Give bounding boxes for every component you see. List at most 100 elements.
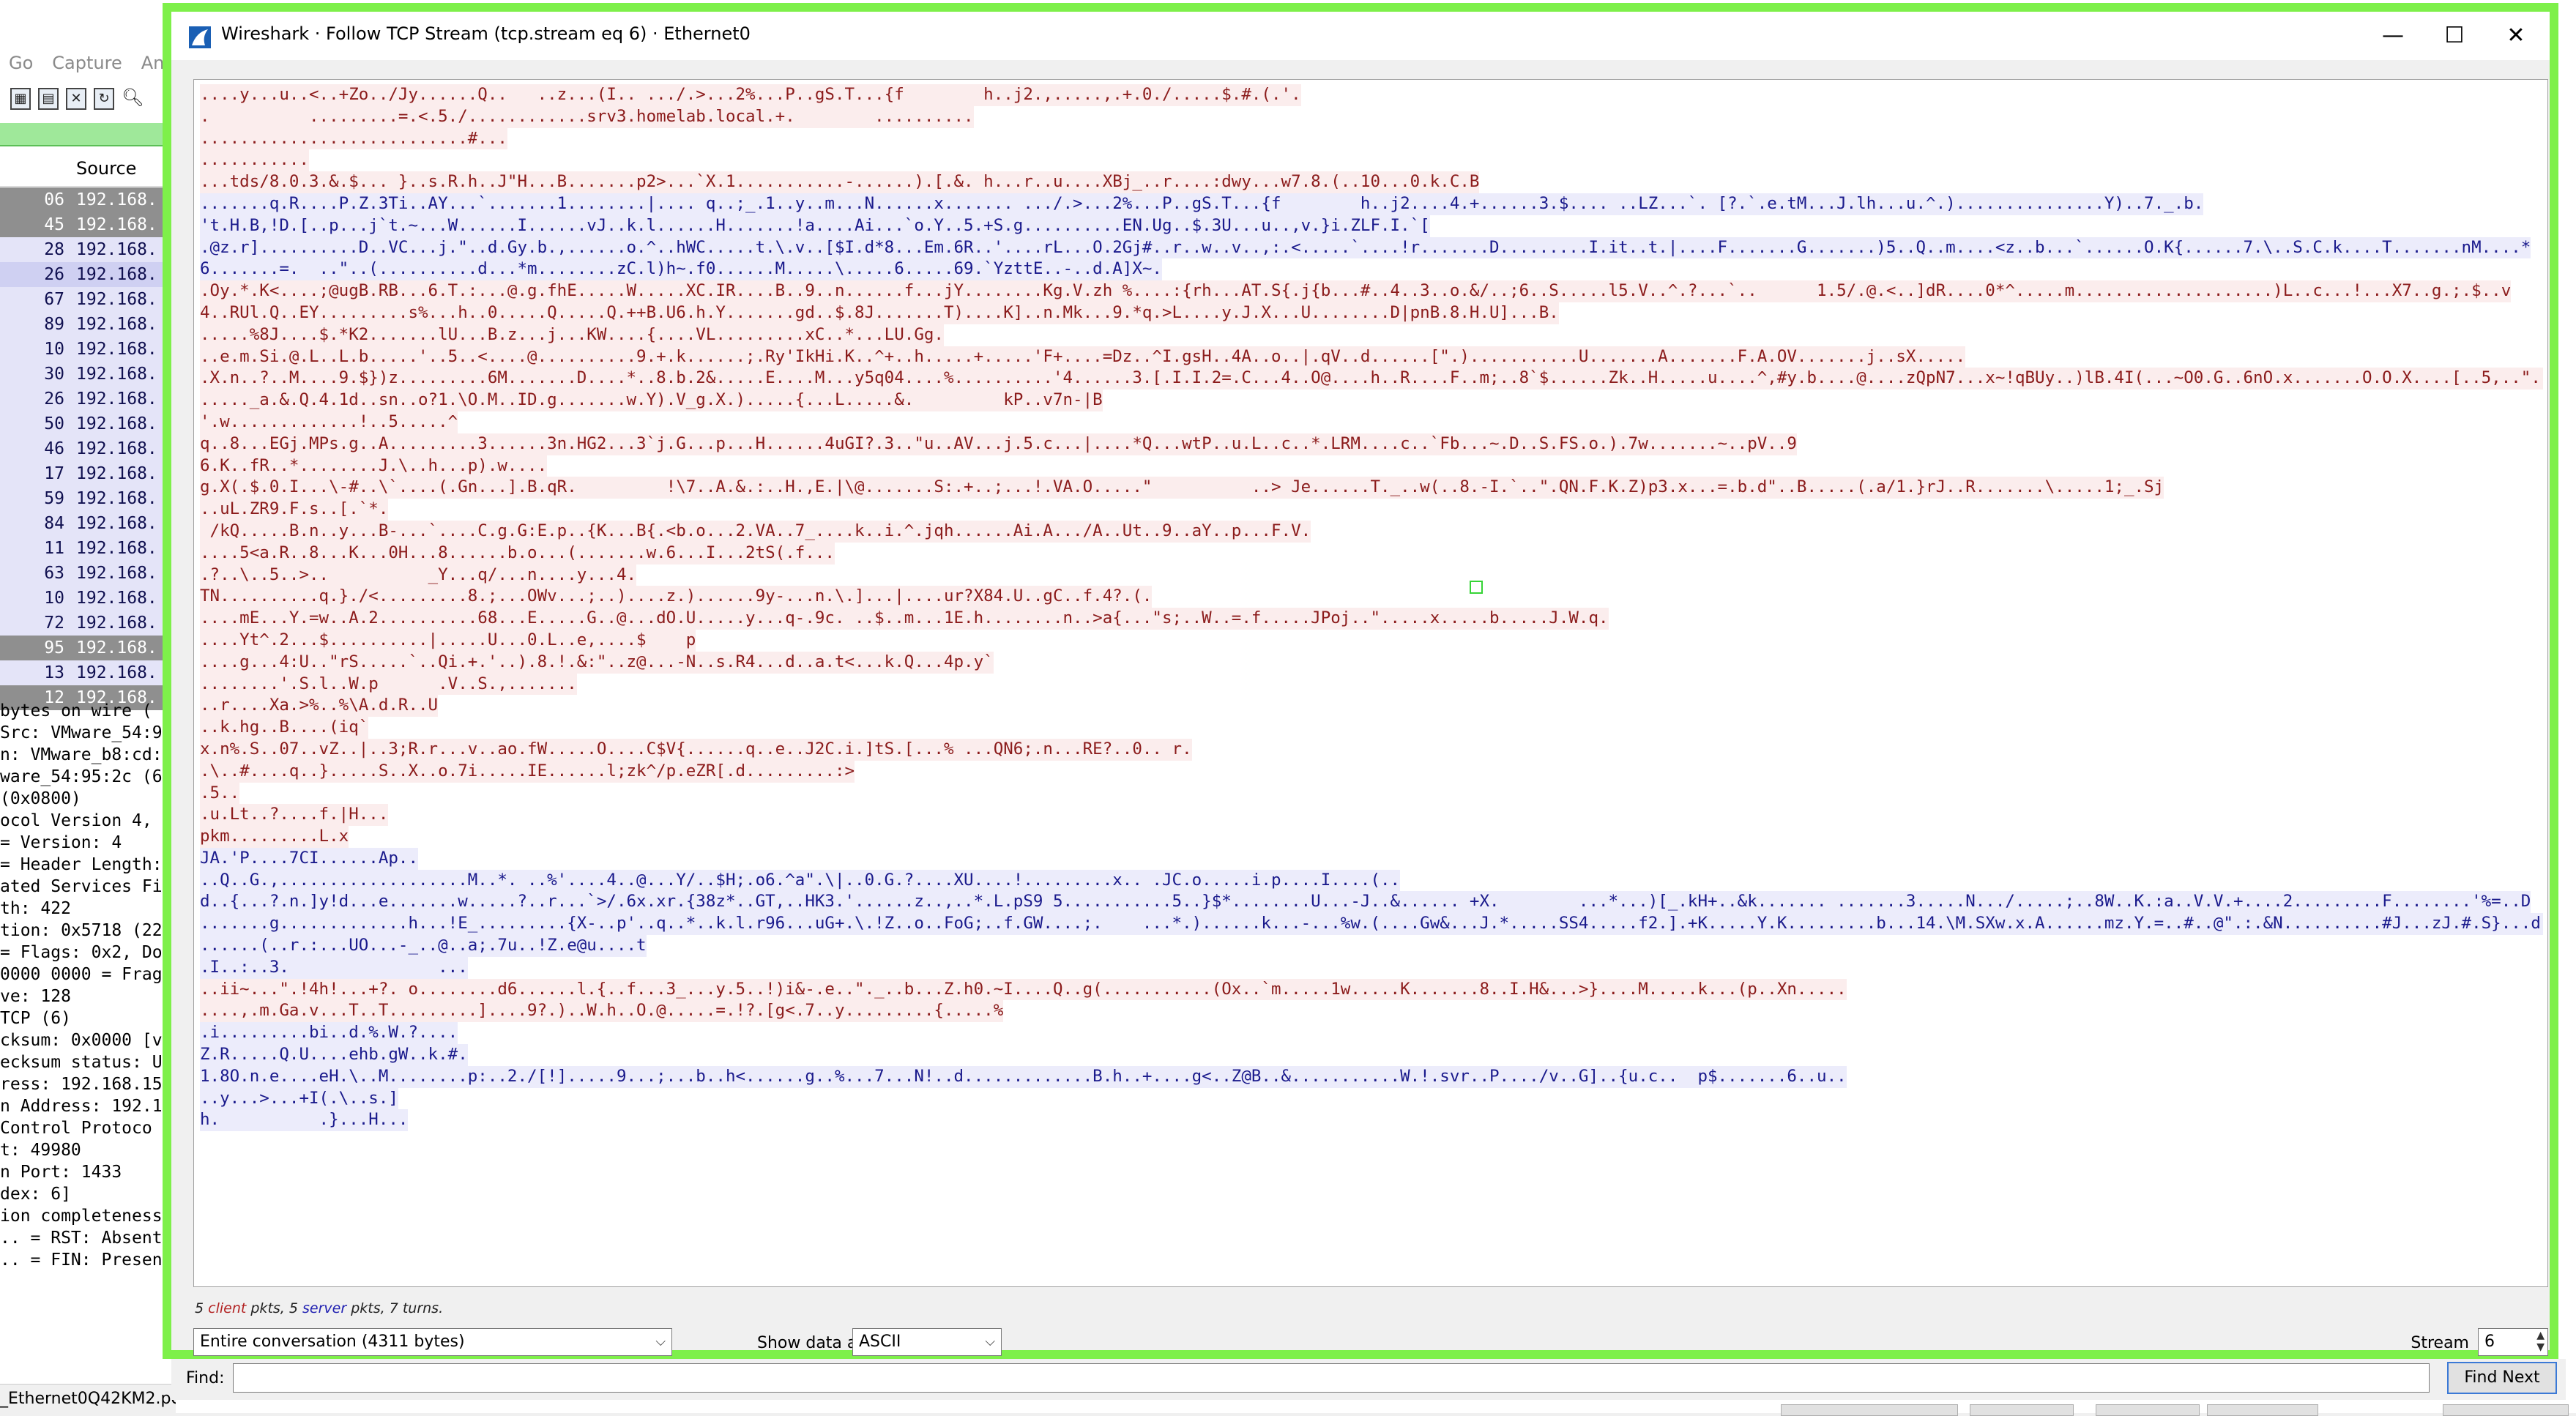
detail-line[interactable]: .. = RST: Absent	[0, 1227, 176, 1249]
dialog-button[interactable]	[2443, 1404, 2569, 1416]
detail-line[interactable]: ve: 128	[0, 985, 176, 1007]
dialog-title: Wireshark · Follow TCP Stream (tcp.strea…	[221, 23, 751, 44]
find-input[interactable]	[233, 1363, 2430, 1393]
detail-line[interactable]: = Version: 4	[0, 832, 176, 854]
detail-line[interactable]: t: 49980	[0, 1139, 176, 1161]
wireshark-fin-icon	[189, 26, 211, 48]
dialog-titlebar[interactable]: Wireshark · Follow TCP Stream (tcp.strea…	[171, 12, 2550, 60]
detail-line[interactable]: .. = FIN: Presen	[0, 1249, 176, 1271]
detail-line[interactable]: Src: VMware_54:9	[0, 722, 176, 744]
menu-item[interactable]: Capture	[52, 53, 122, 73]
dialog-button[interactable]	[1970, 1404, 2074, 1416]
packet-list[interactable]: 06 192.168. 45 192.168. 28 192.168. 26 192.168.…	[0, 187, 176, 710]
server-stream-line: ..Q..G.,...................M..*. ..%'...…	[200, 869, 1401, 892]
detail-line[interactable]: ecksum status: U	[0, 1051, 176, 1073]
packet-row[interactable]: 89 192.168.	[0, 312, 176, 337]
packet-number: 95	[44, 638, 64, 657]
show-data-select[interactable]: ASCII ⌵	[852, 1328, 1002, 1356]
detail-line[interactable]: ion completeness	[0, 1205, 176, 1227]
spin-up-icon[interactable]: ▲	[2536, 1330, 2545, 1341]
detail-line[interactable]: ress: 192.168.15	[0, 1073, 176, 1095]
detail-line[interactable]: dex: 6]	[0, 1183, 176, 1205]
find-bar: Find: Find Next	[171, 1359, 2566, 1400]
packet-row[interactable]: 17 192.168.	[0, 461, 176, 486]
detail-line[interactable]: ated Services Fi	[0, 876, 176, 898]
detail-line[interactable]: Control Protoco	[0, 1117, 176, 1139]
packet-row[interactable]: 26 192.168.	[0, 262, 176, 287]
search-icon[interactable]: 🔍︎	[122, 88, 144, 110]
packet-row[interactable]: 13 192.168.	[0, 660, 176, 685]
open-file-icon[interactable]: ▦	[10, 88, 31, 110]
detail-line[interactable]: ware_54:95:2c (6	[0, 766, 176, 788]
packet-row[interactable]: 84 192.168.	[0, 511, 176, 536]
packet-row[interactable]: 63 192.168.	[0, 561, 176, 586]
detail-line[interactable]: tion: 0x5718 (22	[0, 920, 176, 942]
packet-row[interactable]: 30 192.168.	[0, 362, 176, 387]
packet-row[interactable]: 10 192.168.	[0, 586, 176, 611]
detail-line[interactable]: = Flags: 0x2, Do	[0, 942, 176, 964]
packet-number: 10	[44, 340, 64, 359]
stream-text[interactable]: ....y...u..<..+Zo../Jy......Q.. ..z...(I…	[194, 80, 2547, 1132]
source-column-header[interactable]: Source	[76, 158, 136, 179]
packet-row[interactable]: 26 192.168.	[0, 387, 176, 411]
detail-line[interactable]: TCP (6)	[0, 1007, 176, 1029]
client-stream-line: .u.Lt..?....f.|H...	[200, 804, 389, 827]
packet-row[interactable]: 46 192.168.	[0, 436, 176, 461]
close-button[interactable]: ✕	[2485, 12, 2547, 60]
reload-file-icon[interactable]: ↻	[94, 88, 114, 110]
packet-number: 63	[44, 564, 64, 583]
packet-row[interactable]: 45 192.168.	[0, 212, 176, 237]
packet-source: 192.168.	[76, 439, 157, 458]
packet-row[interactable]: 11 192.168.	[0, 536, 176, 561]
find-next-button[interactable]: Find Next	[2447, 1362, 2557, 1394]
packet-number: 13	[44, 663, 64, 682]
packet-row[interactable]: 67 192.168.	[0, 287, 176, 312]
dialog-button[interactable]	[2096, 1404, 2200, 1416]
detail-line[interactable]: n: VMware_b8:cd:	[0, 744, 176, 766]
spin-down-icon[interactable]: ▼	[2536, 1342, 2545, 1352]
dialog-button[interactable]	[1781, 1404, 1958, 1416]
client-stream-line: ....,.m.Ga.v...T..T.........]....9?.)..W…	[200, 1000, 1004, 1023]
packet-row[interactable]: 50 192.168.	[0, 411, 176, 436]
packet-row[interactable]: 59 192.168.	[0, 486, 176, 511]
display-filter-bar[interactable]	[0, 123, 176, 146]
detail-line[interactable]: 0000 0000 = Frag	[0, 964, 176, 985]
detail-line[interactable]: ocol Version 4,	[0, 810, 176, 832]
packet-row[interactable]: 06 192.168.	[0, 187, 176, 212]
main-toolbar: ▦ ▤ ✕ ↻ 🔍︎	[0, 81, 186, 117]
detail-line[interactable]: cksum: 0x0000 [v	[0, 1029, 176, 1051]
packet-list-header[interactable]: Source	[0, 151, 176, 187]
client-stream-line: ....g...4:U.."rS.....`..Qi.+.'..).8.!.&:…	[200, 651, 994, 674]
packet-details-pane[interactable]: bytes on wire (Src: VMware_54:9 n: VMware…	[0, 700, 176, 1330]
detail-line[interactable]: th: 422	[0, 898, 176, 920]
save-file-icon[interactable]: ▤	[38, 88, 59, 110]
stream-controls: Entire conversation (4311 bytes) ⌵ Show …	[193, 1327, 2548, 1359]
packet-row[interactable]: 72 192.168.	[0, 611, 176, 636]
stream-content-pane[interactable]: ....y...u..<..+Zo../Jy......Q.. ..z...(I…	[193, 79, 2548, 1287]
stream-number-spinbox[interactable]: 6 ▲ ▼	[2478, 1328, 2548, 1356]
server-stream-line: JA.'P....7CI......Ap..	[200, 847, 419, 870]
packet-source: 192.168.	[76, 539, 157, 558]
detail-line[interactable]: = Header Length:	[0, 854, 176, 876]
client-stream-line: ..uL.ZR9.F.s..[.`*.	[200, 499, 389, 521]
stream-number-value: 6	[2484, 1333, 2495, 1351]
detail-line[interactable]: bytes on wire (	[0, 700, 176, 722]
detail-line[interactable]: (0x0800)	[0, 788, 176, 810]
packet-source: 192.168.	[76, 414, 157, 433]
packet-row[interactable]: 28 192.168.	[0, 237, 176, 262]
minimize-button[interactable]: —	[2362, 12, 2424, 60]
conversation-select[interactable]: Entire conversation (4311 bytes) ⌵	[193, 1328, 672, 1356]
client-stream-line: ....Yt^.2...$..........|.....U...0.L..e,…	[200, 629, 696, 652]
menu-item[interactable]: Go	[9, 53, 33, 73]
packet-row[interactable]: 10 192.168.	[0, 337, 176, 362]
close-file-icon[interactable]: ✕	[66, 88, 86, 110]
maximize-button[interactable]: ☐	[2424, 12, 2485, 60]
server-stream-line: 6.......=. .."..(..........d...*m.......…	[200, 258, 1162, 281]
detail-line[interactable]: n Port: 1433	[0, 1161, 176, 1183]
client-stream-line: .\..#....q..}.....S..X..o.7i.....IE.....…	[200, 760, 855, 783]
packet-source: 192.168.	[76, 190, 157, 209]
menu-item[interactable]: An	[141, 53, 165, 73]
dialog-button[interactable]	[2207, 1404, 2318, 1416]
packet-row[interactable]: 95 192.168.	[0, 636, 176, 660]
detail-line[interactable]: n Address: 192.1	[0, 1095, 176, 1117]
